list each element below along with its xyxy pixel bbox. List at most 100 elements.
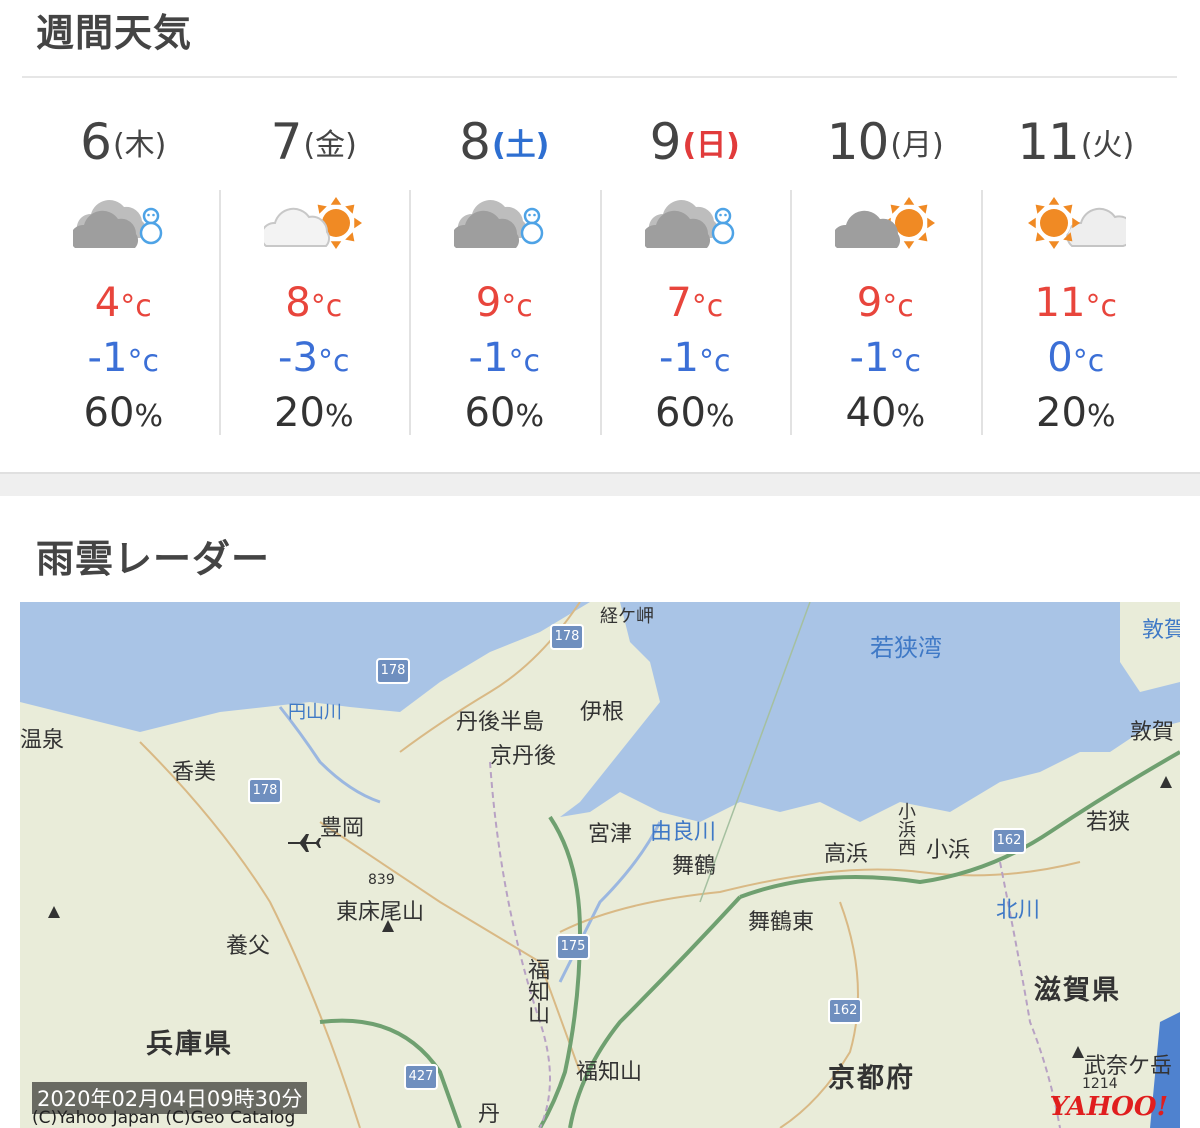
map-label-elev-839: 839 [368, 872, 395, 888]
map-label-tsuruga-city: 敦賀 [1130, 720, 1175, 745]
day-number: 11 [1017, 113, 1080, 171]
low-temp-value: -1 [849, 335, 890, 381]
low-temp-value: 0 [1047, 335, 1073, 381]
temp-unit: °c [508, 344, 540, 379]
route-marker: 178 [376, 658, 410, 684]
map-label-tangohanto: 丹後半島 [456, 710, 545, 735]
high-temp-value: 9 [475, 280, 502, 326]
map-label-kyoutango: 京丹後 [490, 744, 557, 769]
high-temp: 7°c [600, 280, 791, 326]
temp-unit: °c [1085, 289, 1117, 324]
temp-unit: °c [698, 344, 731, 379]
day-number: 9 [649, 113, 682, 171]
day-date: 11(火) [981, 113, 1172, 171]
low-temp: -1°c [790, 335, 981, 381]
rain-radar-title: 雨雲レーダー [36, 537, 271, 581]
day-weekday: (日) [682, 128, 740, 163]
temp-unit: °c [1072, 344, 1105, 379]
weekly-weather-title: 週間天気 [36, 11, 193, 55]
low-temp-value: -1 [659, 335, 699, 381]
high-temp: 8°c [219, 280, 410, 326]
low-temp-value: -3 [278, 335, 318, 381]
precip-unit: % [324, 399, 354, 434]
map-label-shiga: 滋賀県 [1034, 975, 1121, 1006]
precip-value: 60 [655, 390, 706, 436]
map-copyright: (C)Yahoo Japan (C)Geo Catalog [32, 1108, 296, 1128]
low-temp-value: -1 [87, 335, 128, 381]
precip-unit: % [1086, 399, 1116, 434]
day-column[interactable]: 7(金) 8°c -3°c 20% [218, 95, 410, 440]
cloud-sun-icon [263, 197, 362, 249]
map-label-ine: 伊根 [580, 700, 625, 725]
map-label-tsuruga: 敦賀 [1142, 618, 1180, 643]
map-label-kyogamisaki: 経ケ岬 [600, 606, 654, 627]
section-gap [0, 472, 1200, 498]
day-date: 9(日) [600, 113, 791, 171]
low-temp: -1°c [600, 335, 791, 381]
day-column[interactable]: 11(火) 11°c 0°c 20% [980, 95, 1172, 440]
high-temp-value: 4 [94, 280, 121, 326]
map-label-kyoto: 京都府 [828, 1063, 915, 1094]
temp-unit: °c [501, 289, 533, 324]
map-label-elev-1214: 1214 [1082, 1076, 1118, 1092]
day-number: 6 [80, 113, 112, 171]
day-number: 8 [459, 113, 491, 171]
high-temp-value: 7 [666, 280, 692, 326]
precip-value: 20 [274, 390, 325, 436]
cloud-sun-icon [835, 197, 935, 249]
temp-unit: °c [127, 344, 159, 379]
precip-chance: 40% [790, 390, 981, 436]
map-label-kami: 香美 [172, 760, 217, 785]
day-column[interactable]: 8(土) 9°c -1°c 60% [409, 95, 600, 440]
cloud-snow-icon [644, 200, 734, 248]
map-label-higashitokoro: 東床尾山 [336, 900, 425, 925]
precip-unit: % [134, 399, 163, 434]
route-marker: 162 [992, 828, 1026, 854]
temp-unit: °c [120, 289, 152, 324]
high-temp-value: 11 [1034, 280, 1086, 326]
low-temp-value: -1 [468, 335, 509, 381]
day-weekday: (木) [112, 128, 167, 163]
map-label-wakasa: 若狭 [1086, 810, 1131, 835]
map-label-maizuru: 舞鶴 [672, 854, 717, 879]
precip-unit: % [515, 399, 544, 434]
high-temp-value: 8 [285, 280, 311, 326]
map-label-hyogo: 兵庫県 [146, 1029, 233, 1060]
map-label-maizuruhigashi: 舞鶴東 [748, 910, 815, 935]
precip-chance: 20% [219, 390, 410, 436]
map-label-yura-river: 由良川 [650, 820, 717, 845]
day-weekday: (火) [1080, 128, 1135, 163]
day-column[interactable]: 10(月) 9°c -1°c 40% [790, 95, 981, 440]
precip-value: 40 [845, 390, 897, 436]
temp-unit: °c [310, 289, 343, 324]
day-weekday: (土) [491, 128, 550, 163]
map-label-obama: 小浜 [926, 838, 971, 863]
cloud-snow-icon [73, 200, 163, 248]
day-column[interactable]: 9(日) 7°c -1°c 60% [599, 95, 791, 440]
day-date: 6(木) [28, 113, 219, 171]
map-label-takahama: 高浜 [824, 842, 869, 867]
route-marker: 175 [556, 934, 590, 960]
high-temp: 4°c [28, 280, 219, 326]
temp-unit: °c [882, 289, 914, 324]
map-label-fukuchiyama-vertical: 福知山 [524, 958, 549, 1024]
yahoo-logo: YAHOO! [1049, 1092, 1168, 1122]
temp-unit: °c [317, 344, 350, 379]
route-marker: 178 [550, 624, 584, 650]
precip-value: 60 [83, 390, 135, 436]
high-temp: 11°c [981, 280, 1172, 326]
weekly-day-list: 6(木) 4°c -1°c 60% 7(金) 8°c -3°c 20% 8(土)… [28, 95, 1171, 440]
radar-map[interactable]: 若狭湾 敦賀 経ケ岬 敦賀 丹後半島 伊根 京丹後 温泉 香美 円山川 豊岡 宮… [20, 602, 1180, 1128]
map-label-miyazu: 宮津 [588, 822, 633, 847]
high-temp-value: 9 [856, 280, 883, 326]
precip-value: 20 [1036, 390, 1087, 436]
day-column[interactable]: 6(木) 4°c -1°c 60% [28, 95, 219, 440]
map-label-tan: 丹 [478, 1102, 501, 1127]
precip-unit: % [896, 399, 925, 434]
day-weekday: (月) [890, 128, 944, 163]
precip-chance: 60% [409, 390, 600, 436]
day-number: 7 [270, 113, 303, 171]
low-temp: -1°c [409, 335, 600, 381]
precip-chance: 60% [28, 390, 219, 436]
weekly-weather-section: 週間天気 6(木) 4°c -1°c 60% 7(金) 8°c -3°c 20%… [0, 0, 1200, 474]
